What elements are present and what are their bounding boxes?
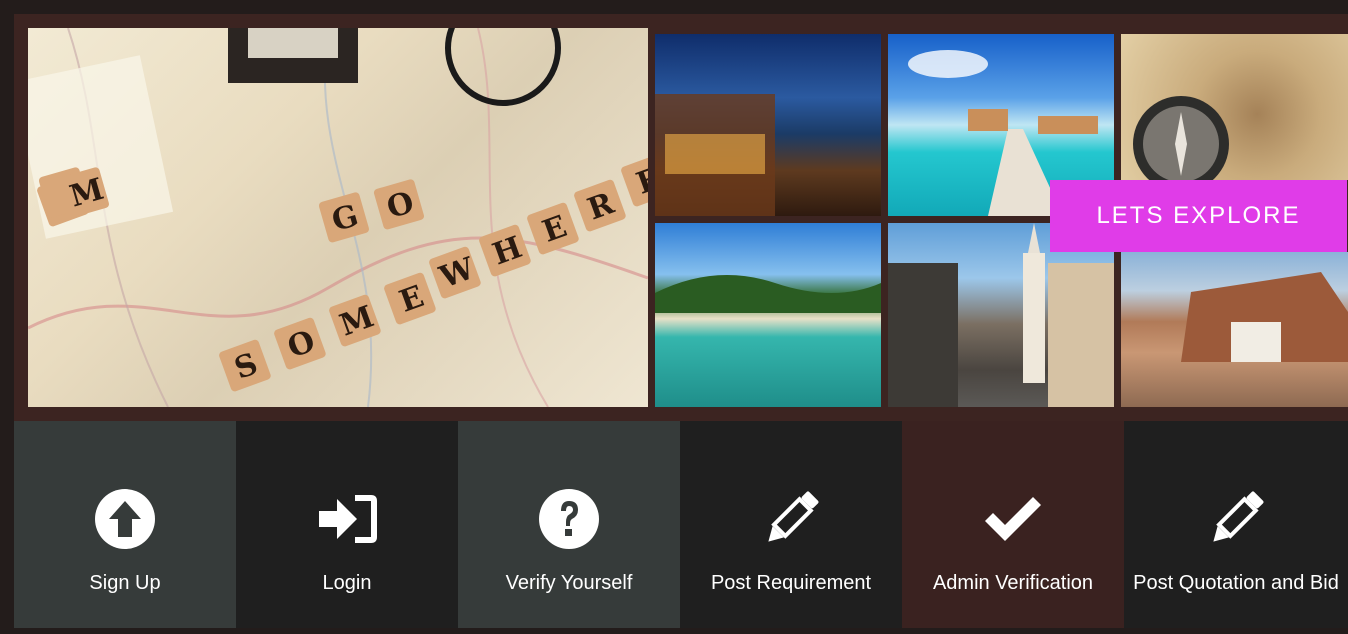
pencil-icon xyxy=(1213,491,1264,542)
verify-yourself-label: Verify Yourself xyxy=(505,572,633,594)
check-icon xyxy=(985,497,1041,541)
photo-tropical-beach xyxy=(655,223,881,407)
verify-yourself-button[interactable]: Verify Yourself xyxy=(458,421,680,628)
sign-up-button[interactable]: Sign Up xyxy=(14,421,236,628)
admin-verification-label: Admin Verification xyxy=(932,572,1094,594)
action-bar: Sign Up Login Verify Yourself Post Requi… xyxy=(14,421,1348,628)
sign-up-label: Sign Up xyxy=(89,572,161,594)
photo-overwater-resort-night xyxy=(655,34,881,216)
photo-desert-fort xyxy=(1121,252,1348,407)
lets-explore-button[interactable]: LETS EXPLORE xyxy=(1050,180,1347,252)
question-circle-icon xyxy=(539,489,599,549)
post-requirement-button[interactable]: Post Requirement xyxy=(680,421,902,628)
map-illustration: R M G O S O M E W H E R E xyxy=(28,28,648,407)
pencil-icon xyxy=(768,491,819,542)
arrow-up-circle-icon xyxy=(95,489,155,549)
hero-image-go-somewhere: R M G O S O M E W H E R E xyxy=(28,28,648,407)
admin-verification-button[interactable]: Admin Verification xyxy=(902,421,1124,628)
sign-in-icon xyxy=(319,495,377,543)
photo-compass-on-map xyxy=(1121,34,1348,180)
post-requirement-label: Post Requirement xyxy=(710,572,872,594)
login-button[interactable]: Login xyxy=(236,421,458,628)
post-quotation-and-bid-label: Post Quotation and Bid xyxy=(1133,572,1339,594)
post-quotation-and-bid-button[interactable]: Post Quotation and Bid xyxy=(1124,421,1348,628)
login-label: Login xyxy=(322,572,372,594)
